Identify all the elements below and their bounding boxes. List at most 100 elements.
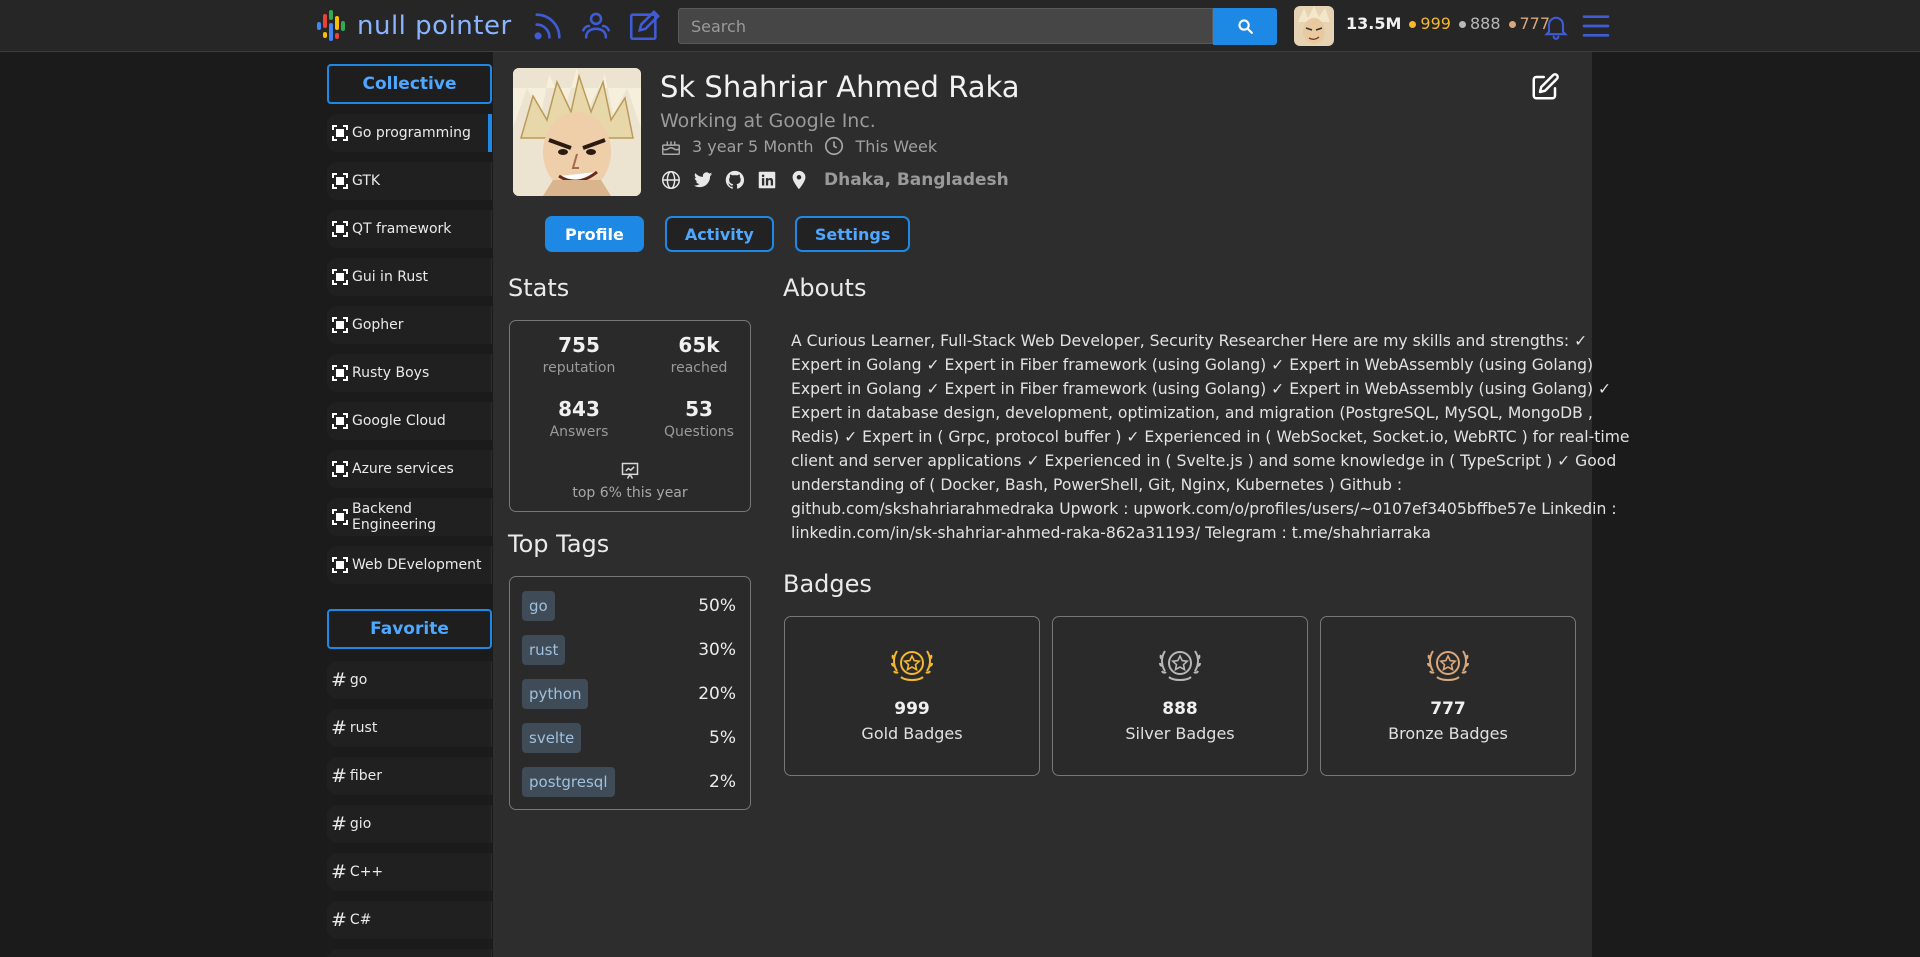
tag-row: rust 30%: [522, 633, 736, 667]
hash-icon: #: [331, 861, 347, 883]
stat-value: 755: [558, 333, 600, 357]
github-icon[interactable]: [724, 169, 746, 191]
sidebar-tag-gio[interactable]: # gio: [327, 805, 492, 843]
sidebar-tag-rust[interactable]: # rust: [327, 709, 492, 747]
search-button[interactable]: [1213, 8, 1277, 45]
logo-text: null pointer: [357, 11, 512, 41]
sidebar-item-label: GTK: [352, 173, 381, 189]
badge-label: Silver Badges: [1125, 724, 1235, 743]
sidebar-item-label: QT framework: [352, 221, 452, 237]
users-button[interactable]: [578, 8, 614, 44]
stat-reputation: 755 reputation: [529, 333, 629, 376]
about-line: Redis) ✓ Expert in ( Grpc, protocol buff…: [791, 428, 1630, 446]
sidebar-item-rusty-boys[interactable]: Rusty Boys: [327, 354, 492, 392]
sidebar-tag-label: go: [349, 672, 368, 688]
tab-activity[interactable]: Activity: [664, 216, 774, 252]
sidebar-item-web-development[interactable]: Web DEvelopment: [327, 546, 492, 584]
tag-percent: 5%: [709, 728, 736, 748]
clock-icon: [825, 136, 844, 156]
badge-label: Gold Badges: [861, 724, 963, 743]
reputation-count: 13.5M: [1346, 14, 1402, 33]
sidebar-tag-fiber[interactable]: # fiber: [327, 757, 492, 795]
linkedin-icon[interactable]: [756, 169, 778, 191]
collective-icon: [331, 508, 349, 526]
stat-label: reputation: [542, 360, 616, 376]
gold-badge-count: 999: [1409, 14, 1451, 33]
sidebar-tag-csharp[interactable]: # C#: [327, 901, 492, 939]
tab-settings[interactable]: Settings: [794, 216, 911, 252]
badge-count: 777: [1430, 699, 1466, 719]
edit-profile-button[interactable]: [1530, 72, 1560, 102]
gold-count-value: 999: [1420, 14, 1451, 33]
collective-icon: [331, 556, 349, 574]
avatar[interactable]: [1294, 6, 1334, 46]
sidebar-item-qt-framework[interactable]: QT framework: [327, 210, 492, 248]
silver-dot-icon: [1458, 21, 1466, 28]
collective-button[interactable]: Collective: [327, 64, 492, 104]
sidebar-tag-label: fiber: [349, 768, 382, 784]
tag-chip[interactable]: rust: [522, 635, 566, 665]
stat-label: Questions: [664, 424, 734, 440]
tag-row: svelte 5%: [522, 721, 736, 755]
about-line: github.com/skshahriarahmedraka Upwork : …: [791, 500, 1617, 518]
profile-tabs: Profile Activity Settings: [545, 216, 911, 252]
avatar-image: [1294, 6, 1334, 46]
sidebar-tag-go[interactable]: # go: [327, 661, 492, 699]
sidebar-item-gui-in-rust[interactable]: Gui in Rust: [327, 258, 492, 296]
twitter-icon[interactable]: [692, 169, 714, 191]
top-bar: null pointer 13.5M 999 88: [0, 0, 1920, 52]
badge-count: 999: [894, 699, 930, 719]
location-icon: [792, 170, 806, 190]
profile-name: Sk Shahriar Ahmed Raka: [660, 70, 1020, 104]
stat-value: 843: [558, 397, 600, 421]
collective-icon: [331, 460, 349, 478]
tag-chip[interactable]: postgresql: [522, 767, 615, 797]
about-heading: Abouts: [783, 274, 867, 302]
tag-chip[interactable]: python: [522, 679, 589, 709]
compose-button[interactable]: [626, 8, 662, 44]
tag-chip[interactable]: go: [522, 591, 555, 621]
users-icon: [581, 12, 611, 39]
social-links: Dhaka, Bangladesh: [660, 169, 1009, 191]
sidebar-item-gopher[interactable]: Gopher: [327, 306, 492, 344]
sidebar-item-azure-services[interactable]: Azure services: [327, 450, 492, 488]
badges-heading: Badges: [783, 570, 872, 598]
menu-button[interactable]: [1578, 8, 1614, 44]
about-text: A Curious Learner, Full-Stack Web Develo…: [791, 329, 1630, 545]
about-line: Expert in Golang ✓ Expert in Fiber frame…: [791, 380, 1612, 398]
sidebar-item-go-programming[interactable]: Go programming: [327, 114, 492, 152]
tag-percent: 50%: [698, 596, 736, 616]
hash-icon: #: [331, 765, 347, 787]
silver-badge-card: 888 Silver Badges: [1052, 616, 1308, 776]
top-percent-text: top 6% this year: [572, 485, 688, 501]
menu-icon: [1582, 15, 1610, 37]
notifications-button[interactable]: [1538, 8, 1574, 44]
sidebar-tag-partial[interactable]: [327, 949, 492, 957]
sidebar-item-label: Rusty Boys: [352, 365, 430, 381]
sidebar-item-label: Web DEvelopment: [352, 557, 482, 573]
about-line: Expert in Golang ✓ Expert in Fiber frame…: [791, 356, 1594, 374]
tab-profile[interactable]: Profile: [545, 216, 644, 252]
profile-location: Dhaka, Bangladesh: [824, 170, 1009, 190]
sidebar-item-gtk[interactable]: GTK: [327, 162, 492, 200]
sidebar-item-google-cloud[interactable]: Google Cloud: [327, 402, 492, 440]
tag-percent: 20%: [698, 684, 736, 704]
sidebar-tag-cpp[interactable]: # C++: [327, 853, 492, 891]
member-duration: 3 year 5 Month: [692, 136, 814, 156]
gold-badge-card: 999 Gold Badges: [784, 616, 1040, 776]
sidebar-tag-label: rust: [349, 720, 378, 736]
edit-icon: [1532, 73, 1559, 100]
logo[interactable]: null pointer: [315, 6, 512, 46]
globe-icon[interactable]: [660, 169, 682, 191]
badge-label: Bronze Badges: [1388, 724, 1508, 743]
profile-meta: 3 year 5 Month This Week: [660, 135, 937, 157]
search-input[interactable]: [678, 8, 1213, 44]
sidebar-tag-label: C#: [349, 912, 372, 928]
hash-icon: #: [331, 717, 347, 739]
tag-chip[interactable]: svelte: [522, 723, 582, 753]
feed-button[interactable]: [530, 8, 566, 44]
sidebar-item-backend-engineering[interactable]: Backend Engineering: [327, 498, 492, 536]
favorite-button[interactable]: Favorite: [327, 609, 492, 649]
profile-avatar: [513, 68, 641, 196]
tag-row: go 50%: [522, 589, 736, 623]
